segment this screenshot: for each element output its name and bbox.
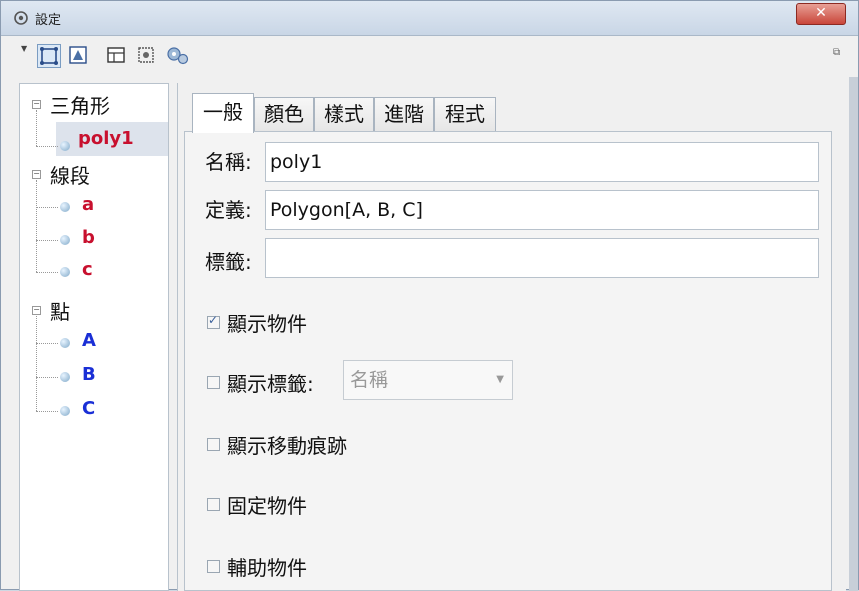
title-bar[interactable]: 設定 ✕	[1, 1, 858, 36]
show-trace-label: 顯示移動痕跡	[227, 434, 347, 458]
collapse-icon[interactable]: −	[32, 170, 41, 179]
tab-general[interactable]: 一般	[192, 93, 254, 133]
tab-scripting[interactable]: 程式	[434, 97, 496, 131]
caption-label: 標籤:	[205, 250, 252, 274]
name-field[interactable]: poly1	[265, 142, 819, 182]
tree-item-C[interactable]: C	[82, 398, 95, 419]
advanced-settings-icon	[167, 47, 189, 65]
layout-icon	[107, 47, 125, 63]
point-dot-icon	[60, 338, 70, 348]
defaults-icon	[138, 47, 154, 63]
tree-item-poly1[interactable]: poly1	[78, 128, 134, 149]
point-dot-icon	[60, 141, 70, 151]
tree-connector	[36, 411, 58, 412]
tree-group-label[interactable]: 三角形	[50, 90, 110, 119]
tree-connector	[36, 207, 58, 208]
point-dot-icon	[60, 202, 70, 212]
graphics-icon	[69, 46, 87, 64]
window-scrollbar[interactable]	[849, 77, 858, 591]
settings-window: 設定 ✕ ▼ ⧉ − 三角形 poly1 − 線段 a b c − 點 A B …	[0, 0, 859, 591]
name-label: 名稱:	[205, 150, 252, 174]
point-dot-icon	[60, 235, 70, 245]
auxiliary-checkbox[interactable]	[207, 560, 220, 573]
tree-item-A[interactable]: A	[82, 330, 96, 351]
point-dot-icon	[60, 372, 70, 382]
tree-connector	[36, 110, 37, 146]
general-tab-content: 名稱: poly1 定義: Polygon[A, B, C] 標籤: 顯示物件 …	[184, 131, 832, 591]
chevron-down-icon: ▼	[496, 374, 504, 385]
tree-connector	[36, 343, 58, 344]
tree-item-B[interactable]: B	[82, 364, 96, 385]
basic-tools-button[interactable]	[37, 44, 61, 68]
settings-gear-icon	[14, 11, 28, 25]
label-mode-select[interactable]: 名稱 ▼	[343, 360, 513, 400]
tree-group-label[interactable]: 線段	[50, 160, 90, 189]
object-tree: − 三角形 poly1 − 線段 a b c − 點 A B C	[19, 83, 169, 591]
label-mode-value: 名稱	[350, 369, 389, 391]
tree-connector	[36, 240, 58, 241]
tab-color[interactable]: 顏色	[254, 97, 314, 131]
tree-connector	[36, 316, 37, 411]
point-dot-icon	[60, 406, 70, 416]
point-dot-icon	[60, 267, 70, 277]
layout-button[interactable]	[105, 44, 129, 68]
tree-group-label[interactable]: 點	[50, 296, 70, 325]
dropdown-arrow-icon[interactable]: ▼	[21, 44, 27, 53]
auxiliary-label: 輔助物件	[227, 556, 307, 580]
tree-connector	[36, 180, 37, 272]
close-icon: ✕	[815, 5, 827, 21]
fix-object-checkbox[interactable]	[207, 498, 220, 511]
definition-label: 定義:	[205, 198, 252, 222]
fix-object-label: 固定物件	[227, 494, 307, 518]
show-label-checkbox[interactable]	[207, 376, 220, 389]
tree-item-c[interactable]: c	[82, 259, 93, 280]
definition-field[interactable]: Polygon[A, B, C]	[265, 190, 819, 230]
collapse-icon[interactable]: −	[32, 306, 41, 315]
show-object-checkbox[interactable]	[207, 313, 220, 329]
advanced-settings-button[interactable]	[165, 44, 189, 68]
tree-connector	[36, 146, 58, 147]
tree-item-b[interactable]: b	[82, 227, 95, 248]
close-button[interactable]: ✕	[796, 3, 846, 25]
show-label-label: 顯示標籤:	[227, 372, 314, 396]
tree-item-a[interactable]: a	[82, 194, 94, 215]
show-trace-checkbox[interactable]	[207, 438, 220, 451]
tab-style[interactable]: 樣式	[314, 97, 374, 131]
caption-field[interactable]	[265, 238, 819, 278]
tree-connector	[36, 272, 58, 273]
basic-tools-icon	[40, 47, 58, 65]
toolbar: ▼ ⧉	[1, 36, 858, 76]
graphics-button[interactable]	[67, 44, 91, 68]
show-object-label: 顯示物件	[227, 312, 307, 336]
window-title: 設定	[35, 13, 62, 28]
defaults-button[interactable]	[135, 44, 159, 68]
collapse-icon[interactable]: −	[32, 100, 41, 109]
tab-advanced[interactable]: 進階	[374, 97, 434, 131]
tree-connector	[36, 377, 58, 378]
restore-icon[interactable]: ⧉	[833, 47, 840, 58]
properties-panel: 一般 顏色 樣式 進階 程式 名稱: poly1 定義: Polygon[A, …	[177, 83, 846, 591]
